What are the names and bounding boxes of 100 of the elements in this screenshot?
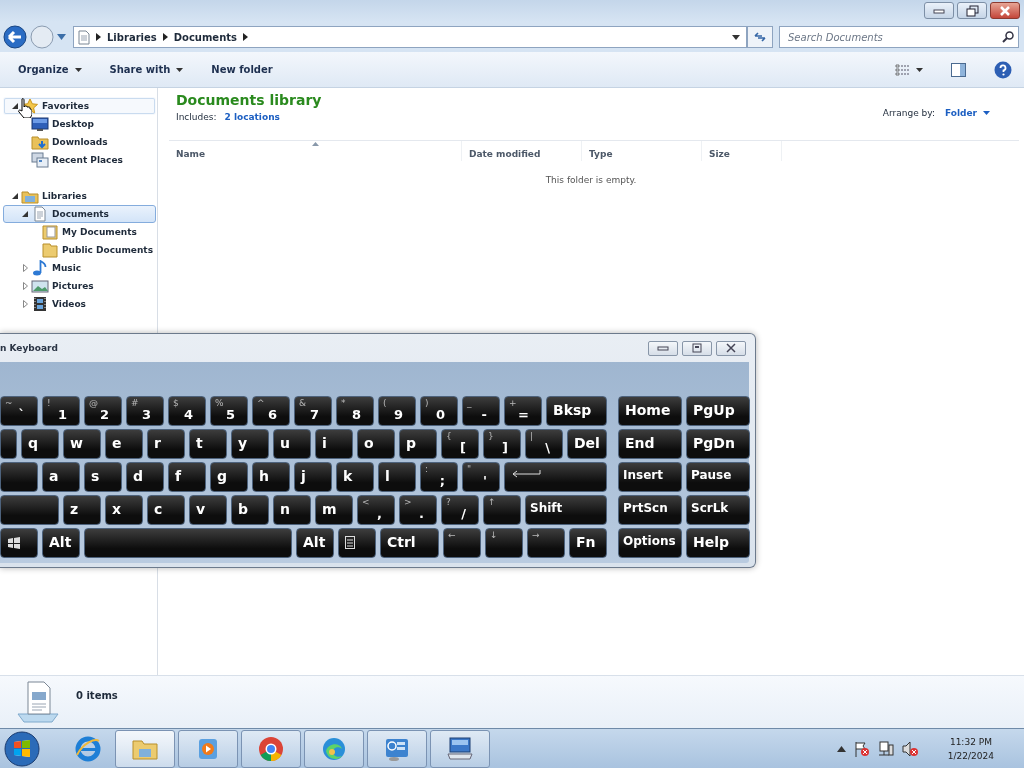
toolbar-button[interactable]: New folder [205, 61, 279, 78]
column-header[interactable]: Date modified [462, 141, 582, 161]
keyboard-key[interactable]: p [399, 429, 437, 459]
keyboard-key[interactable]: Home [618, 396, 682, 426]
toolbar-button[interactable]: Organize [12, 61, 88, 78]
keyboard-key[interactable]: y [231, 429, 269, 459]
maximize-button[interactable] [682, 340, 712, 356]
keyboard-key[interactable]: @ 2 [84, 396, 122, 426]
address-bar[interactable]: Libraries Documents [73, 26, 747, 48]
tree-item[interactable]: Libraries [3, 187, 156, 205]
tree-item[interactable]: Desktop [3, 115, 156, 133]
expanded-triangle-icon[interactable] [22, 211, 28, 217]
tree-item[interactable]: Documents [3, 205, 156, 223]
keyboard-key[interactable]: # 3 [126, 396, 164, 426]
keyboard-key[interactable]: _ - [462, 396, 500, 426]
keyboard-key[interactable]: → [527, 528, 565, 558]
keyboard-key[interactable]: ^ 6 [252, 396, 290, 426]
keyboard-key[interactable]: k [336, 462, 374, 492]
refresh-button[interactable] [747, 26, 773, 48]
keyboard-key[interactable]: g [210, 462, 248, 492]
keyboard-key[interactable]: PgDn [686, 429, 750, 459]
keyboard-key[interactable]: Shift [525, 495, 607, 525]
keyboard-key[interactable]: s [84, 462, 122, 492]
keyboard-key[interactable]: % 5 [210, 396, 248, 426]
taskbar-button[interactable] [430, 729, 490, 768]
keyboard-key[interactable]: Del [567, 429, 607, 459]
tree-item[interactable]: My Documents [3, 223, 156, 241]
keyboard-key[interactable]: d [126, 462, 164, 492]
keyboard-key[interactable]: Fn [569, 528, 607, 558]
keyboard-key[interactable]: b [231, 495, 269, 525]
history-dropdown[interactable] [57, 34, 66, 40]
column-header[interactable]: Name [169, 141, 462, 161]
close-button[interactable] [716, 340, 746, 356]
keyboard-key[interactable]: h [252, 462, 290, 492]
collapsed-triangle-icon[interactable] [22, 282, 28, 290]
keyboard-key[interactable]: Help [686, 528, 750, 558]
taskbar-button[interactable] [178, 729, 238, 768]
breadcrumb-link[interactable]: Libraries [107, 31, 157, 43]
back-button[interactable] [3, 25, 27, 49]
keyboard-key[interactable]: ← [443, 528, 481, 558]
tree-item[interactable]: Music [3, 259, 156, 277]
keyboard-key[interactable]: n [273, 495, 311, 525]
volume-button[interactable] [901, 740, 918, 757]
taskbar-button[interactable] [115, 729, 175, 768]
restore-button[interactable] [957, 2, 987, 19]
toolbar-button[interactable]: Share with [103, 61, 190, 78]
keyboard-key[interactable]: ) 0 [420, 396, 458, 426]
expanded-triangle-icon[interactable] [12, 103, 18, 109]
keyboard-key[interactable]: c [147, 495, 185, 525]
column-header[interactable]: Size [702, 141, 782, 161]
keyboard-key[interactable] [338, 528, 376, 558]
keyboard-key[interactable]: z [63, 495, 101, 525]
keyboard-key[interactable]: j [294, 462, 332, 492]
keyboard-key[interactable]: ~ ` [0, 396, 38, 426]
keyboard-key[interactable]: + = [504, 396, 542, 426]
keyboard-key[interactable]: PgUp [686, 396, 750, 426]
tree-item[interactable]: Videos [3, 295, 156, 313]
keyboard-key[interactable]: ScrLk [686, 495, 750, 525]
keyboard-key[interactable]: Insert [618, 462, 682, 492]
column-header[interactable]: Type [582, 141, 702, 161]
taskbar-button[interactable] [241, 729, 301, 768]
keyboard-key[interactable]: Alt [296, 528, 334, 558]
tree-item[interactable]: Pictures [3, 277, 156, 295]
minimize-button[interactable] [648, 340, 678, 356]
collapsed-triangle-icon[interactable] [22, 264, 28, 272]
keyboard-key[interactable]: End [618, 429, 682, 459]
network-button[interactable] [877, 740, 894, 757]
keyboard-key[interactable]: w [63, 429, 101, 459]
keyboard-key[interactable]: | \ [525, 429, 563, 459]
keyboard-key[interactable]: Options [618, 528, 682, 558]
locations-link[interactable]: 2 locations [224, 112, 280, 122]
keyboard-key[interactable]: & 7 [294, 396, 332, 426]
keyboard-key[interactable] [0, 528, 38, 558]
keyboard-key[interactable]: a [42, 462, 80, 492]
keyboard-key[interactable]: Pause [686, 462, 750, 492]
keyboard-key[interactable]: } ] [483, 429, 521, 459]
keyboard-key[interactable]: ↑ [483, 495, 521, 525]
keyboard-key[interactable]: Alt [42, 528, 80, 558]
taskbar-button[interactable] [367, 729, 427, 768]
keyboard-key[interactable]: l [378, 462, 416, 492]
keyboard-key[interactable]: e [105, 429, 143, 459]
keyboard-key[interactable]: ↓ [485, 528, 523, 558]
keyboard-key[interactable]: Ctrl [380, 528, 439, 558]
keyboard-key[interactable]: " ' [462, 462, 500, 492]
tree-item[interactable]: Public Documents [3, 241, 156, 259]
close-button[interactable] [990, 2, 1020, 19]
keyboard-key[interactable]: v [189, 495, 227, 525]
keyboard-key[interactable]: PrtScn [618, 495, 682, 525]
keyboard-key[interactable]: { [ [441, 429, 479, 459]
keyboard-key[interactable]: $ 4 [168, 396, 206, 426]
keyboard-key[interactable]: * 8 [336, 396, 374, 426]
tree-item[interactable]: Favorites [3, 97, 156, 115]
keyboard-key[interactable]: o [357, 429, 395, 459]
keyboard-key[interactable]: Bksp [546, 396, 607, 426]
keyboard-key[interactable]: m [315, 495, 353, 525]
action-center-button[interactable] [853, 740, 870, 757]
keyboard-key[interactable]: t [189, 429, 227, 459]
taskbar-button[interactable] [304, 729, 364, 768]
tree-item[interactable]: Recent Places [3, 151, 156, 169]
tree-item[interactable]: Downloads [3, 133, 156, 151]
